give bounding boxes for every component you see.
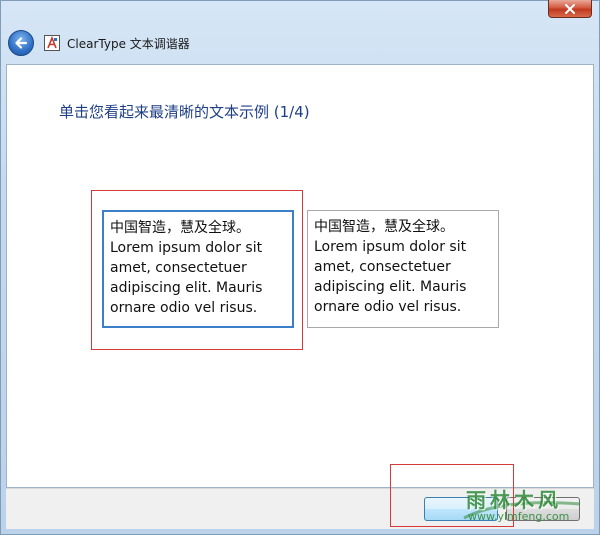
sample-line: 中国智造，慧及全球。: [110, 220, 250, 236]
wizard-content: 单击您看起来最清晰的文本示例 (1/4) 中国智造，慧及全球。 Lorem ip…: [6, 64, 594, 488]
sample-line: amet, consectetuer: [110, 260, 247, 276]
sample-line: 中国智造，慧及全球。: [314, 219, 454, 235]
sample-line: adipiscing elit. Mauris: [110, 280, 263, 296]
cleartype-app-icon: [44, 35, 60, 51]
sample-line: ornare odio vel risus.: [110, 300, 258, 316]
sample-line: Lorem ipsum dolor sit: [110, 240, 263, 256]
text-sample-1[interactable]: 中国智造，慧及全球。 Lorem ipsum dolor sit amet, c…: [102, 210, 294, 328]
page-instruction: 单击您看起来最清晰的文本示例 (1/4): [59, 103, 310, 121]
sample-line: amet, consectetuer: [314, 259, 451, 275]
close-button[interactable]: [548, 0, 592, 18]
close-icon: [565, 3, 575, 14]
back-button[interactable]: [8, 30, 34, 56]
back-arrow-icon: [15, 37, 28, 49]
cancel-button[interactable]: [506, 497, 580, 521]
sample-line: ornare odio vel risus.: [314, 299, 462, 315]
next-button-highlight: [390, 464, 514, 527]
window-title: ClearType 文本调谐器: [67, 36, 190, 51]
title-bar: ClearType 文本调谐器: [6, 28, 594, 58]
text-sample-2[interactable]: 中国智造，慧及全球。 Lorem ipsum dolor sit amet, c…: [307, 210, 499, 328]
sample-line: Lorem ipsum dolor sit: [314, 239, 467, 255]
sample-line: adipiscing elit. Mauris: [314, 279, 467, 295]
